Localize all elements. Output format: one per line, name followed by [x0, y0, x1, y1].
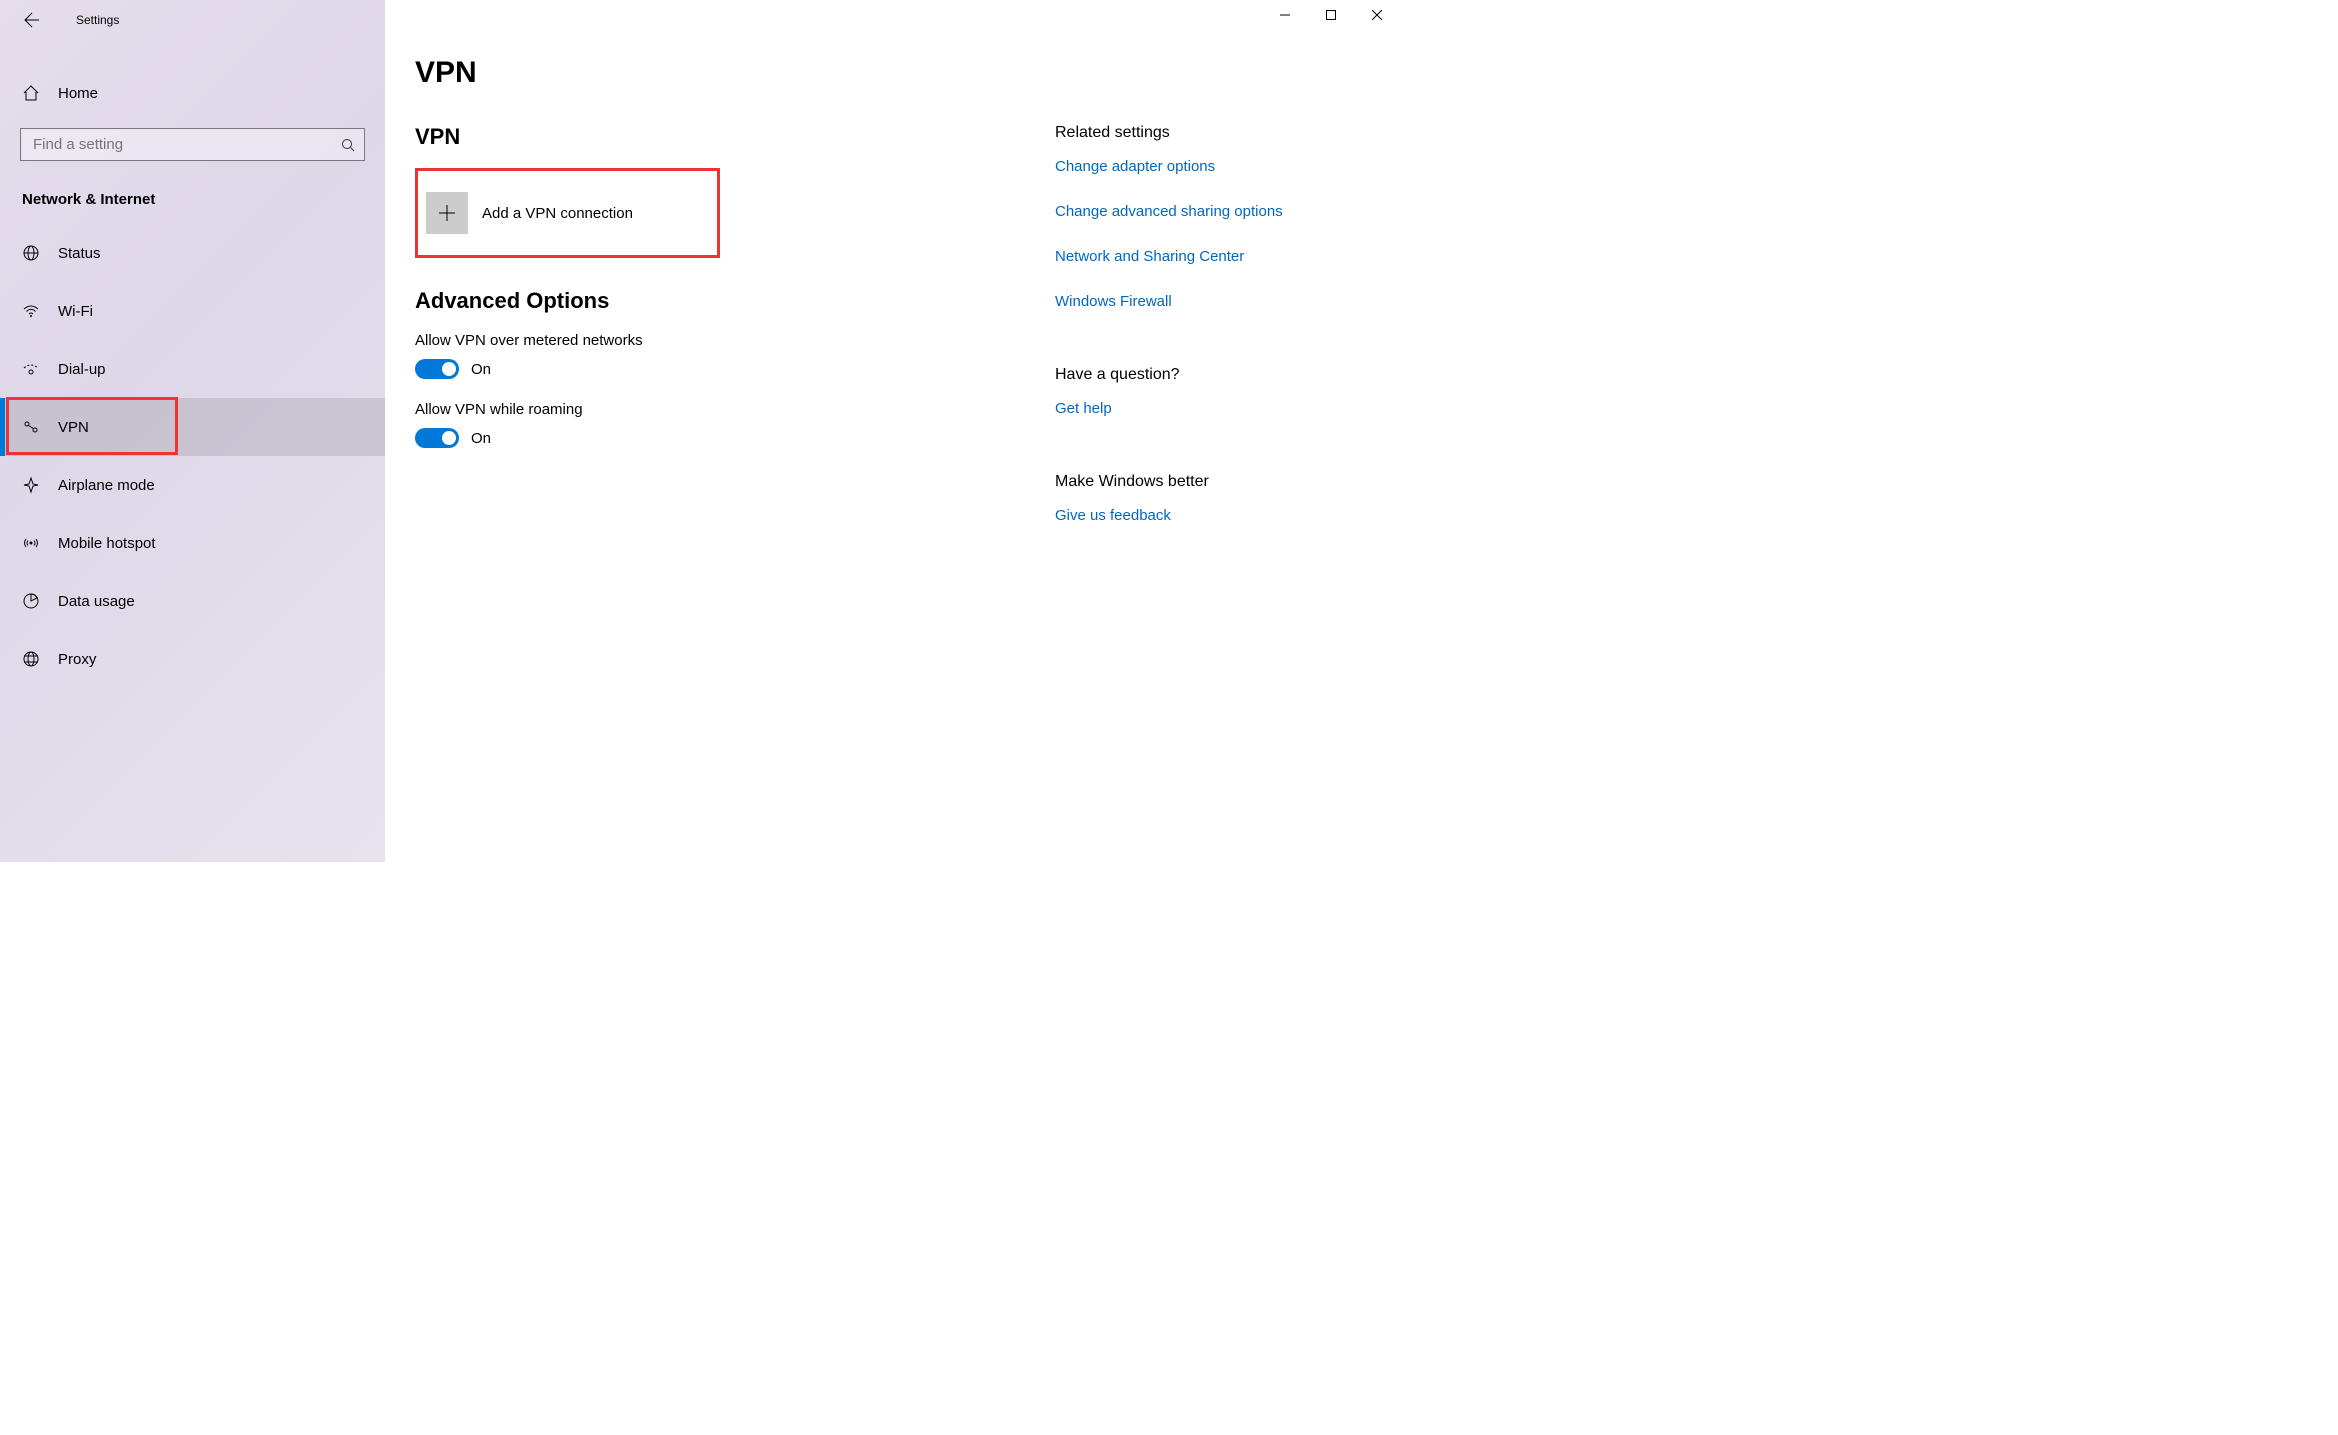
sidebar-item-proxy[interactable]: Proxy	[0, 630, 385, 688]
advanced-options-heading: Advanced Options	[415, 288, 1055, 314]
search-input[interactable]	[20, 128, 365, 161]
back-button[interactable]	[18, 6, 46, 34]
sidebar: Settings Home Network & Internet Status …	[0, 0, 385, 862]
hotspot-icon	[22, 534, 40, 552]
sidebar-item-label: Proxy	[58, 651, 96, 668]
vpn-section-heading: VPN	[415, 124, 1055, 150]
search-wrap	[20, 128, 365, 161]
dialup-icon	[22, 360, 40, 378]
minimize-button[interactable]	[1262, 0, 1308, 30]
related-settings-block: Related settings Change adapter options …	[1055, 124, 1283, 310]
question-heading: Have a question?	[1055, 366, 1283, 384]
back-arrow-icon	[24, 12, 40, 28]
link-network-sharing-center[interactable]: Network and Sharing Center	[1055, 248, 1283, 265]
add-vpn-label: Add a VPN connection	[482, 205, 633, 222]
sidebar-item-label: Airplane mode	[58, 477, 155, 494]
question-block: Have a question? Get help	[1055, 366, 1283, 417]
airplane-icon	[22, 476, 40, 494]
roaming-toggle[interactable]	[415, 428, 459, 448]
metered-toggle[interactable]	[415, 359, 459, 379]
related-settings-heading: Related settings	[1055, 124, 1283, 142]
link-give-feedback[interactable]: Give us feedback	[1055, 507, 1283, 524]
main-content: VPN VPN Add a VPN connection Advanced Op…	[385, 0, 1400, 862]
link-get-help[interactable]: Get help	[1055, 400, 1283, 417]
feedback-heading: Make Windows better	[1055, 473, 1283, 491]
window-controls	[1262, 0, 1400, 30]
link-advanced-sharing[interactable]: Change advanced sharing options	[1055, 203, 1283, 220]
metered-label: Allow VPN over metered networks	[415, 332, 1055, 349]
sidebar-item-dialup[interactable]: Dial-up	[0, 340, 385, 398]
window-title: Settings	[76, 13, 119, 27]
plus-icon	[426, 192, 468, 234]
sidebar-item-label: Wi-Fi	[58, 303, 93, 320]
sidebar-item-label: Status	[58, 245, 101, 262]
search-icon	[341, 138, 355, 152]
metered-toggle-row: On	[415, 359, 1055, 379]
sidebar-item-vpn[interactable]: VPN	[0, 398, 385, 456]
feedback-block: Make Windows better Give us feedback	[1055, 473, 1283, 524]
roaming-toggle-state: On	[471, 430, 491, 447]
sidebar-item-label: Mobile hotspot	[58, 535, 156, 552]
close-button[interactable]	[1354, 0, 1400, 30]
minimize-icon	[1280, 10, 1290, 20]
sidebar-item-hotspot[interactable]: Mobile hotspot	[0, 514, 385, 572]
link-windows-firewall[interactable]: Windows Firewall	[1055, 293, 1283, 310]
data-usage-icon	[22, 592, 40, 610]
sidebar-item-label: Data usage	[58, 593, 135, 610]
sidebar-item-wifi[interactable]: Wi-Fi	[0, 282, 385, 340]
sidebar-item-label: Dial-up	[58, 361, 106, 378]
home-icon	[22, 84, 40, 102]
titlebar: Settings	[0, 0, 385, 40]
metered-toggle-state: On	[471, 361, 491, 378]
main-left-column: VPN VPN Add a VPN connection Advanced Op…	[415, 56, 1055, 862]
sidebar-section-header: Network & Internet	[0, 161, 385, 224]
maximize-button[interactable]	[1308, 0, 1354, 30]
page-title: VPN	[415, 56, 1055, 90]
home-label: Home	[58, 85, 98, 102]
sidebar-item-label: VPN	[58, 419, 89, 436]
vpn-icon	[22, 418, 40, 436]
roaming-label: Allow VPN while roaming	[415, 401, 1055, 418]
proxy-icon	[22, 650, 40, 668]
sidebar-item-datausage[interactable]: Data usage	[0, 572, 385, 630]
globe-icon	[22, 244, 40, 262]
close-icon	[1372, 10, 1382, 20]
roaming-toggle-row: On	[415, 428, 1055, 448]
main-right-column: Related settings Change adapter options …	[1055, 56, 1283, 862]
add-vpn-button[interactable]: Add a VPN connection	[415, 168, 720, 258]
maximize-icon	[1326, 10, 1336, 20]
wifi-icon	[22, 302, 40, 320]
sidebar-item-airplane[interactable]: Airplane mode	[0, 456, 385, 514]
sidebar-item-status[interactable]: Status	[0, 224, 385, 282]
link-adapter-options[interactable]: Change adapter options	[1055, 158, 1283, 175]
home-nav[interactable]: Home	[0, 72, 385, 114]
